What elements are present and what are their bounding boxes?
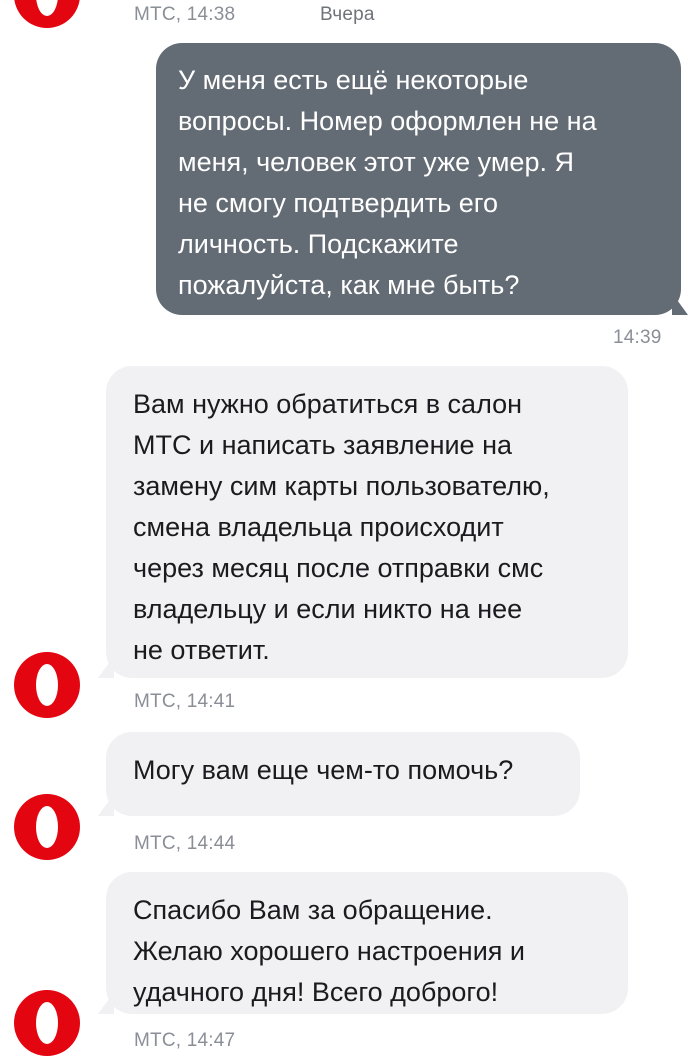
chat-thread: МТС, 14:38 Вчера У меня есть ещё некотор… — [0, 0, 700, 1056]
message-meta: МТС, 14:47 — [134, 1030, 236, 1051]
incoming-message-bubble[interactable]: Спасибо Вам за обращение. Желаю хорошего… — [106, 872, 628, 1014]
bubble-tail — [98, 656, 114, 678]
mts-logo-icon — [14, 0, 80, 28]
incoming-message-bubble[interactable]: Могу вам еще чем-то помочь? — [106, 732, 580, 816]
bubble-tail — [98, 992, 114, 1014]
mts-logo-icon — [14, 990, 80, 1056]
bubble-tail — [98, 794, 114, 816]
day-separator: Вчера — [320, 4, 375, 25]
outgoing-message-bubble[interactable]: У меня есть ещё некоторые вопросы. Номер… — [156, 43, 681, 315]
incoming-message-bubble[interactable]: Вам нужно обратиться в салон МТС и напис… — [106, 366, 628, 678]
bubble-tail — [672, 293, 688, 315]
mts-logo-icon — [14, 652, 80, 718]
message-meta: МТС, 14:41 — [134, 691, 236, 712]
mts-logo-icon — [14, 794, 80, 860]
message-time: 14:39 — [613, 327, 662, 348]
message-meta: МТС, 14:44 — [134, 833, 236, 854]
message-meta: МТС, 14:38 — [134, 4, 236, 25]
